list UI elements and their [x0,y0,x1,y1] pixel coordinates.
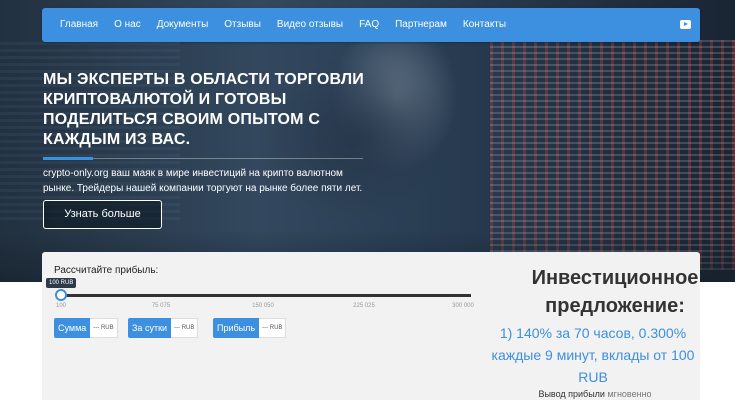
calculator-title: Рассчитайте прибыль: [54,265,159,276]
amount-slider-track[interactable] [61,294,471,297]
result-profit: Прибыль --- RUB [213,318,287,338]
hero-headline: МЫ ЭКСПЕРТЫ В ОБЛАСТИ ТОРГОВЛИ КРИПТОВАЛ… [43,70,373,150]
slider-tick-label: 100 [55,303,67,309]
slider-value-tooltip: 100 RUB [46,278,77,288]
withdrawal-info: Вывод прибыли мгновенно [490,389,700,399]
result-daily-label: За сутки [128,318,172,338]
headline-divider [43,157,363,160]
nav-item-reviews[interactable]: Отзывы [216,8,269,42]
result-daily-value: --- RUB [171,318,199,338]
nav-item-about[interactable]: О нас [106,8,149,42]
nav-item-partners[interactable]: Партнерам [387,8,455,42]
slider-tick-label: 225 025 [353,303,375,309]
headline-segment: В ОБЛАСТИ [169,71,275,88]
nav-item-faq[interactable]: FAQ [351,8,387,42]
slider-tick-label: 75 075 [151,303,171,309]
headline-segment: МЫ [43,71,78,88]
main-navbar: Главная О нас Документы Отзывы Видео отз… [42,8,700,42]
offer-title: Инвестиционное предложение: [531,267,699,317]
result-daily: За сутки --- RUB [128,318,199,338]
nav-item-contacts[interactable]: Контакты [455,8,514,42]
amount-slider-handle[interactable] [55,289,67,301]
nav-item-documents[interactable]: Документы [149,8,217,42]
withdrawal-value: мгновенно [607,389,652,399]
slider-tick-label: 300 000 [452,303,474,309]
result-profit-value: --- RUB [259,318,287,338]
result-amount-label: Сумма [54,318,91,338]
learn-more-button[interactable]: Узнать больше [43,200,162,229]
nav-item-home[interactable]: Главная [52,8,106,42]
slider-tick-label: 150 050 [252,303,274,309]
result-amount-value: --- RUB [90,318,118,338]
nav-item-video-reviews[interactable]: Видео отзывы [269,8,351,42]
headline-segment: ЭКСПЕРТЫ [77,71,170,88]
offer-description: 1) 140% за 70 часов, 0.300% каждые 9 мин… [491,325,695,385]
hero-subtext: crypto-only.org ваш маяк в мире инвестиц… [43,168,363,194]
withdrawal-label: Вывод прибыли [538,389,605,399]
result-amount: Сумма --- RUB [54,318,118,338]
result-profit-label: Прибыль [213,318,260,338]
youtube-icon[interactable] [680,20,691,29]
